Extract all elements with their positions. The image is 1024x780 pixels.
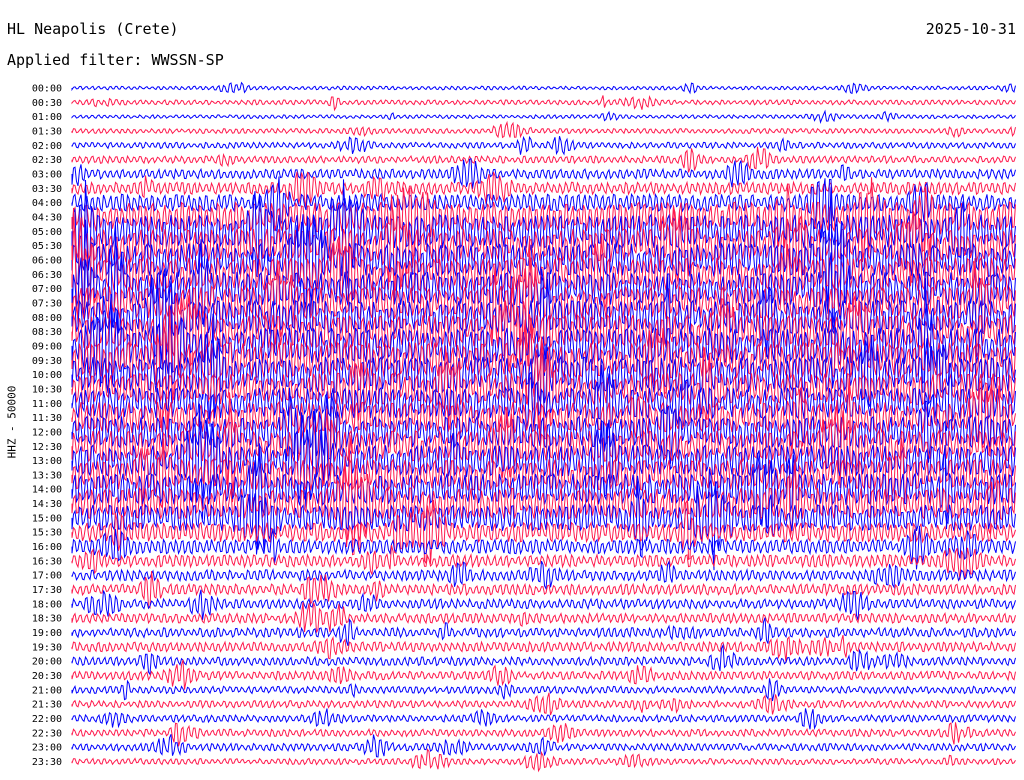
trace-line xyxy=(71,708,1016,730)
time-tick-label: 21:00 xyxy=(32,685,62,696)
time-tick-label: 22:00 xyxy=(32,714,62,725)
trace-line xyxy=(71,109,1016,124)
time-tick-label: 02:30 xyxy=(32,155,62,166)
time-tick-label: 18:30 xyxy=(32,614,62,625)
trace-line xyxy=(71,748,1016,773)
trace-line xyxy=(71,146,1016,173)
trace-line xyxy=(71,617,1016,646)
time-tick-label: 05:30 xyxy=(32,241,62,252)
time-tick-label: 15:30 xyxy=(32,528,62,539)
time-tick-label: 00:30 xyxy=(32,98,62,109)
time-tick-label: 11:30 xyxy=(32,413,62,424)
time-tick-label: 10:00 xyxy=(32,370,62,381)
time-tick-label: 09:00 xyxy=(32,341,62,352)
time-tick-label: 12:00 xyxy=(32,427,62,438)
trace-line xyxy=(71,734,1016,758)
time-tick-label: 09:30 xyxy=(32,356,62,367)
time-tick-label: 23:30 xyxy=(32,757,62,768)
trace-line xyxy=(71,120,1016,139)
time-tick-label: 12:30 xyxy=(32,442,62,453)
time-tick-label: 11:00 xyxy=(32,399,62,410)
time-tick-label: 03:30 xyxy=(32,184,62,195)
time-tick-label: 13:30 xyxy=(32,470,62,481)
trace-line xyxy=(71,157,1016,189)
time-tick-label: 17:30 xyxy=(32,585,62,596)
time-tick-label: 06:00 xyxy=(32,256,62,267)
trace-line xyxy=(71,94,1016,112)
time-tick-label: 23:00 xyxy=(32,743,62,754)
time-tick-label: 08:00 xyxy=(32,313,62,324)
helicorder-plot: 00:00 00:30 01:00 01:30 02:00 02:30 03:00 03:30… xyxy=(32,81,1016,773)
time-tick-label: 08:30 xyxy=(32,327,62,338)
time-tick-label: 01:00 xyxy=(32,112,62,123)
time-tick-label: 22:30 xyxy=(32,728,62,739)
trace-line xyxy=(71,692,1016,716)
time-tick-label: 07:30 xyxy=(32,298,62,309)
time-tick-label: 16:30 xyxy=(32,556,62,567)
time-tick-label: 20:00 xyxy=(32,657,62,668)
time-tick-label: 16:00 xyxy=(32,542,62,553)
time-tick-label: 21:30 xyxy=(32,700,62,711)
time-tick-label: 00:00 xyxy=(32,84,62,95)
time-tick-label: 17:00 xyxy=(32,571,62,582)
time-tick-label: 04:30 xyxy=(32,213,62,224)
time-tick-label: 07:00 xyxy=(32,284,62,295)
time-tick-label: 13:00 xyxy=(32,456,62,467)
trace-line xyxy=(71,81,1016,95)
trace-line xyxy=(71,678,1016,702)
time-tick-label: 06:30 xyxy=(32,270,62,281)
trace-line xyxy=(71,135,1016,156)
time-tick-label: 19:00 xyxy=(32,628,62,639)
time-tick-label: 05:00 xyxy=(32,227,62,238)
time-tick-label: 04:00 xyxy=(32,198,62,209)
time-tick-label: 18:00 xyxy=(32,599,62,610)
time-tick-label: 20:30 xyxy=(32,671,62,682)
time-tick-label: 15:00 xyxy=(32,513,62,524)
time-tick-label: 10:30 xyxy=(32,384,62,395)
time-tick-label: 02:00 xyxy=(32,141,62,152)
time-tick-label: 14:30 xyxy=(32,499,62,510)
time-tick-label: 03:00 xyxy=(32,170,62,181)
time-tick-label: 19:30 xyxy=(32,642,62,653)
time-tick-label: 01:30 xyxy=(32,127,62,138)
time-tick-label: 14:00 xyxy=(32,485,62,496)
